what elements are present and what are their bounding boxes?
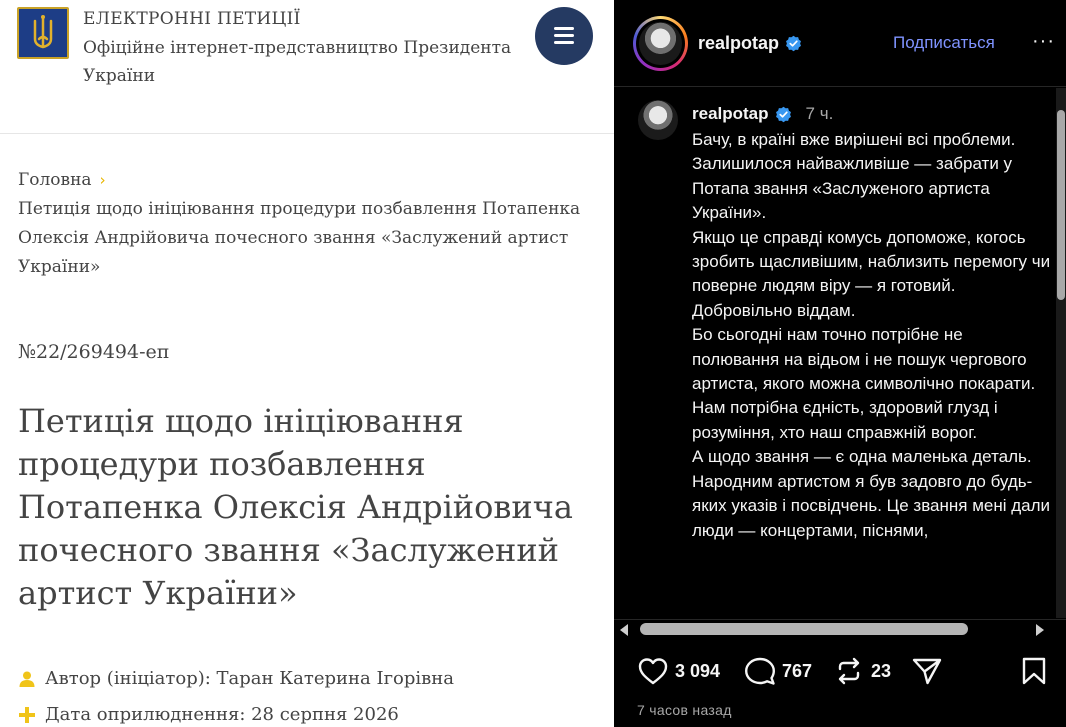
site-subtitle: Офіційне інтернет-представництво Президе… [83, 38, 512, 86]
comment-header: realpotap 7 ч. [692, 104, 833, 124]
date-row: Дата оприлюднення: 28 серпня 2026 [18, 704, 399, 725]
menu-button[interactable] [535, 7, 593, 65]
repost-button[interactable]: 23 [833, 656, 891, 686]
published-date: Дата оприлюднення: 28 серпня 2026 [45, 704, 399, 725]
comment-paragraph: А щодо звання — є одна маленька деталь. … [692, 447, 1051, 540]
bookmark-icon[interactable] [1020, 656, 1048, 686]
share-button[interactable] [911, 656, 943, 686]
petition-panel: ЕЛЕКТРОННІ ПЕТИЦІЇ Офіційне інтернет-пре… [0, 0, 614, 727]
petition-number: №22/269494-еп [18, 341, 170, 363]
plus-icon [19, 706, 35, 723]
follow-button[interactable]: Подписаться [893, 33, 995, 53]
vertical-scrollbar[interactable] [1056, 88, 1066, 618]
send-icon[interactable] [911, 656, 943, 686]
comment-time: 7 ч. [805, 104, 834, 123]
comment-paragraph: Бо сьогодні нам точно потрібне не полюва… [692, 325, 1036, 442]
post-header: realpotap Подписаться ··· [614, 0, 1066, 87]
comment-button[interactable]: 767 [744, 656, 812, 686]
scrollbar-thumb[interactable] [1057, 110, 1065, 300]
comment-text: Бачу, в країні вже вирішені всі проблеми… [692, 128, 1052, 543]
horizontal-scrollbar[interactable] [614, 619, 1066, 637]
comment-username[interactable]: realpotap [692, 104, 769, 124]
comment-count: 767 [782, 660, 813, 681]
comment-paragraph: Бачу, в країні вже вирішені всі проблеми… [692, 130, 1016, 223]
more-options-icon[interactable]: ··· [1032, 30, 1055, 53]
comment-paragraph: Якщо це справді комусь допоможе, когось … [692, 227, 1051, 320]
petition-title: Петиція щодо ініціювання процедури позба… [18, 402, 573, 612]
author-text: Автор (ініціатор): Таран Катерина Ігорів… [45, 668, 454, 689]
post-username[interactable]: realpotap [698, 33, 802, 54]
post-timestamp: 7 часов назад [637, 702, 732, 718]
instagram-panel: realpotap Подписаться ··· realpotap 7 ч.… [614, 0, 1066, 727]
user-icon [19, 671, 35, 687]
scroll-left-arrow-icon[interactable] [620, 624, 628, 636]
site-title[interactable]: ЕЛЕКТРОННІ ПЕТИЦІЇ [83, 9, 301, 29]
horizontal-scrollbar-thumb[interactable] [640, 623, 968, 635]
breadcrumb-home-link[interactable]: Головна [18, 170, 92, 190]
repost-icon[interactable] [833, 656, 865, 686]
caption-comment: realpotap 7 ч. Бачу, в країні вже виріше… [614, 88, 1066, 618]
avatar[interactable] [633, 16, 688, 71]
verified-badge-icon [786, 35, 801, 52]
chevron-right-icon: › [99, 171, 106, 189]
comment-avatar[interactable] [638, 100, 678, 140]
repost-count: 23 [871, 660, 892, 681]
like-count: 3 094 [675, 660, 721, 681]
like-button[interactable]: 3 094 [637, 656, 720, 686]
hamburger-icon [554, 27, 574, 30]
breadcrumb-current: Петиція щодо ініціювання процедури позба… [18, 199, 581, 277]
comment-bubble-icon[interactable] [744, 656, 776, 686]
verified-badge-icon [775, 106, 791, 122]
heart-icon[interactable] [637, 656, 669, 686]
site-header: ЕЛЕКТРОННІ ПЕТИЦІЇ Офіційне інтернет-пре… [0, 0, 614, 134]
scroll-right-arrow-icon[interactable] [1036, 624, 1044, 636]
trident-emblem-icon[interactable] [17, 7, 69, 59]
save-button[interactable] [1020, 656, 1048, 686]
author-row: Автор (ініціатор): Таран Катерина Ігорів… [18, 668, 454, 689]
breadcrumb: Головна › Петиція щодо ініціювання процед… [18, 166, 588, 282]
post-actions: 3 094 767 23 [614, 656, 1066, 696]
